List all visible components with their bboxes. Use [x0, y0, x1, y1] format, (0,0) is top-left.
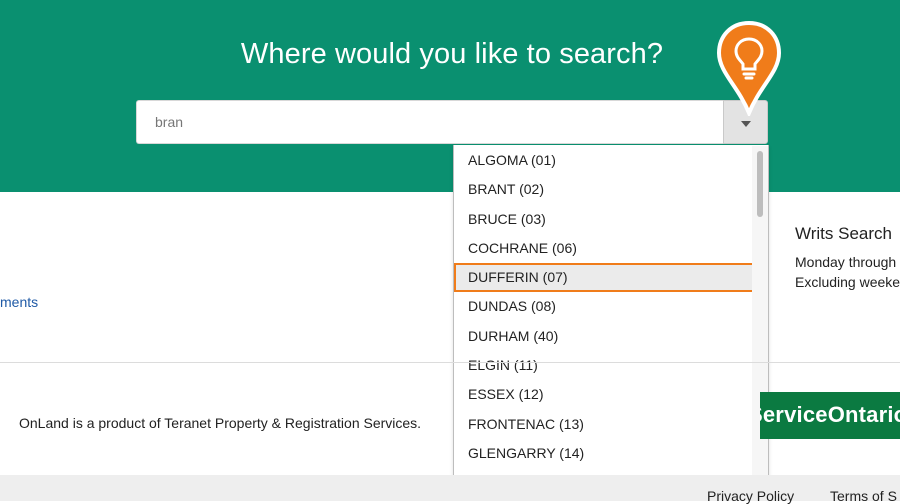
privacy-policy-link[interactable]: Privacy Policy	[707, 488, 794, 504]
writs-search-title: Writs Search	[795, 224, 892, 243]
region-dropdown-list[interactable]: ALGOMA (01) BRANT (02) BRUCE (03) COCHRANE …	[453, 145, 769, 490]
writs-exclusion-line: Excluding weeke	[795, 274, 900, 290]
dropdown-option[interactable]: ESSEX (12)	[454, 380, 768, 409]
serviceontario-logo-text: ServiceOntario	[760, 402, 900, 427]
lightbulb-pin-icon	[716, 20, 782, 116]
documents-link[interactable]: ments	[0, 294, 38, 310]
dropdown-option[interactable]: COCHRANE (06)	[454, 234, 768, 263]
section-divider	[0, 362, 900, 363]
dropdown-option[interactable]: DURHAM (40)	[454, 322, 768, 351]
dropdown-option[interactable]: ELGIN (11)	[454, 351, 768, 380]
serviceontario-logo: ServiceOntario	[760, 392, 900, 439]
scrollbar-thumb[interactable]	[757, 151, 763, 217]
dropdown-option[interactable]: BRANT (02)	[454, 175, 768, 204]
product-note: OnLand is a product of Teranet Property …	[19, 415, 422, 431]
dropdown-option[interactable]: BRUCE (03)	[454, 205, 768, 234]
terms-link[interactable]: Terms of S	[830, 488, 897, 504]
location-search-input[interactable]	[136, 100, 723, 144]
writs-hours-line: Monday through	[795, 254, 897, 270]
caret-down-icon	[741, 121, 751, 127]
dropdown-option[interactable]: DUNDAS (08)	[454, 292, 768, 321]
dropdown-option[interactable]: FRONTENAC (13)	[454, 410, 768, 439]
dropdown-option[interactable]: ALGOMA (01)	[454, 146, 768, 175]
dropdown-option[interactable]: GLENGARRY (14)	[454, 439, 768, 468]
footer: Privacy Policy Terms of S	[0, 475, 900, 504]
dropdown-option[interactable]: DUFFERIN (07)	[454, 263, 754, 293]
